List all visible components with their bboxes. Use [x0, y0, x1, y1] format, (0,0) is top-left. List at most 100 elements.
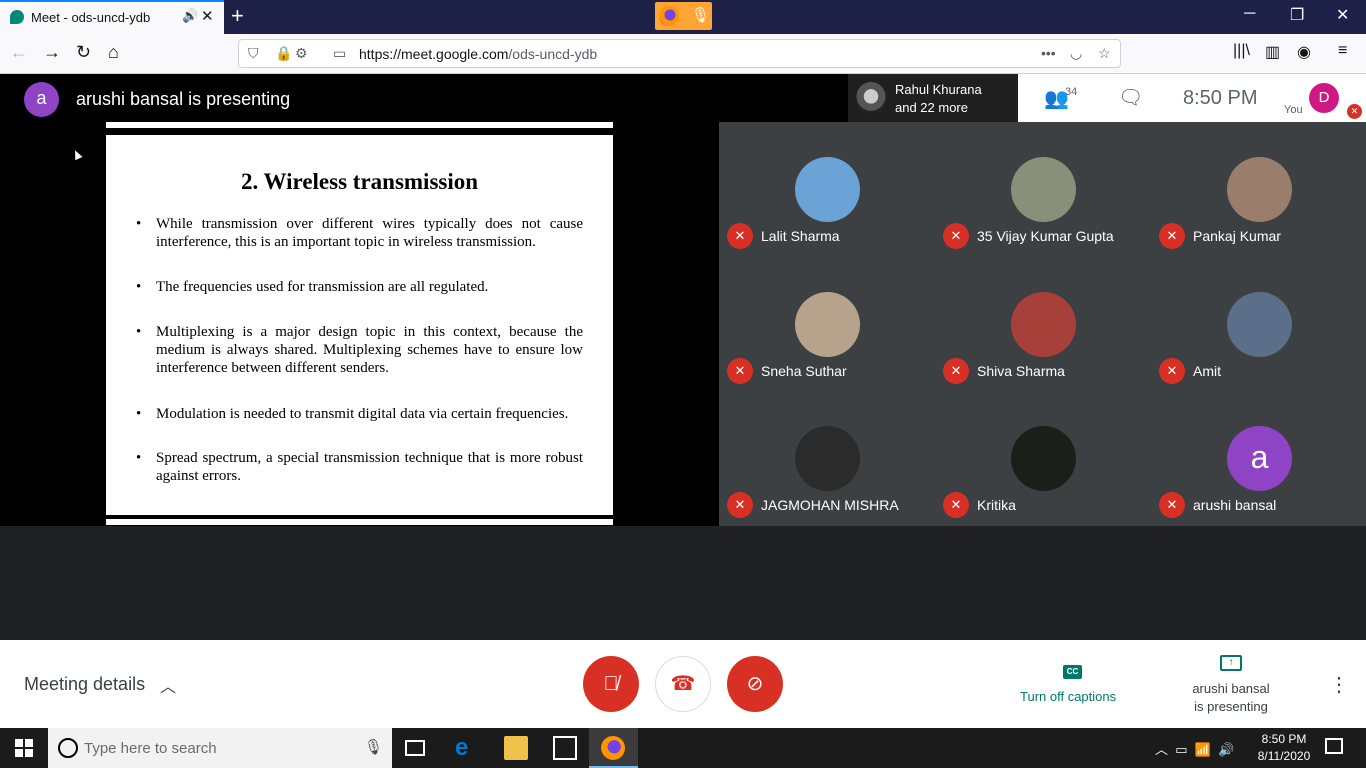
- url-host: https://meet.google.com: [359, 46, 509, 62]
- task-view-icon[interactable]: [405, 740, 425, 756]
- account-icon[interactable]: ◉: [1297, 42, 1311, 62]
- present-screen-icon[interactable]: ↑: [1220, 655, 1242, 671]
- camera-toggle-button[interactable]: ⊘: [727, 656, 783, 712]
- bookmark-star-icon[interactable]: ☆: [1098, 45, 1111, 62]
- home-icon[interactable]: ⌂: [108, 42, 119, 63]
- lock-icon[interactable]: 🔒: [275, 45, 292, 62]
- browser-tab-bar: Meet - ods-uncd-ydb 🔊 ✕ + 🎙 ─ ❐ ✕: [0, 0, 1366, 34]
- captions-button[interactable]: Turn off captions: [1020, 689, 1116, 704]
- participant-avatar: a: [1227, 426, 1292, 491]
- file-explorer-icon[interactable]: [504, 736, 528, 760]
- leave-call-button[interactable]: ☎: [655, 656, 711, 712]
- participant-avatar: [1227, 157, 1292, 222]
- participant-tile[interactable]: ✕ JAGMOHAN MISHRA: [719, 391, 935, 525]
- sidebar-icon[interactable]: ▥: [1265, 42, 1280, 62]
- url-bar[interactable]: ⛉ 🔒 ⚙ ▭ https://meet.google.com/ods-uncd…: [238, 39, 1121, 68]
- mic-off-icon: ✕: [727, 492, 753, 518]
- mic-off-icon: ✕: [943, 223, 969, 249]
- you-label: You: [1284, 104, 1303, 116]
- permissions-icon[interactable]: ⚙: [295, 45, 308, 62]
- participant-tile[interactable]: ✕ Kritika: [935, 391, 1151, 525]
- notifications-icon[interactable]: [1325, 738, 1343, 754]
- participant-grid: ✕ Lalit Sharma ✕ 35 Vijay Kumar Gupta ✕ …: [719, 122, 1366, 526]
- participant-tile[interactable]: ✕ Shiva Sharma: [935, 257, 1151, 391]
- participant-name: JAGMOHAN MISHRA: [761, 497, 899, 513]
- mouse-cursor-icon: [71, 148, 83, 161]
- participant-name: 35 Vijay Kumar Gupta: [977, 228, 1114, 244]
- sharing-indicator[interactable]: 🎙: [655, 2, 712, 30]
- participant-tile[interactable]: ✕ Sneha Suthar: [719, 257, 935, 391]
- meet-header: a arushi bansal is presenting Rahul Khur…: [0, 74, 1366, 122]
- meeting-details-button[interactable]: Meeting details: [24, 674, 145, 695]
- speaker-icon[interactable]: 🔊: [182, 8, 198, 24]
- taskbar-search-box[interactable]: Type here to search 🎙: [48, 728, 392, 768]
- other-participants-chip[interactable]: Rahul Khurana and 22 more: [848, 74, 1018, 122]
- slide-title: 2. Wireless transmission: [240, 169, 479, 194]
- participant-avatar: [1011, 292, 1076, 357]
- cortana-icon: [58, 738, 78, 758]
- mic-off-icon: ✕: [943, 492, 969, 518]
- participant-count: 34: [1065, 86, 1078, 98]
- windows-start-icon[interactable]: [15, 739, 33, 757]
- browser-tab[interactable]: Meet - ods-uncd-ydb 🔊 ✕: [0, 0, 224, 34]
- forward-arrow-icon[interactable]: →: [43, 42, 61, 63]
- more-options-icon[interactable]: ⋮: [1329, 672, 1349, 697]
- participant-name: Shiva Sharma: [977, 363, 1065, 379]
- microphone-icon: 🎙: [691, 7, 711, 24]
- restore-button[interactable]: ❐: [1290, 5, 1304, 25]
- slide-edge-top: [106, 122, 613, 128]
- chevron-up-icon[interactable]: ︿: [160, 673, 176, 697]
- participant-avatar: [795, 426, 860, 491]
- page-actions-icon[interactable]: •••: [1041, 45, 1056, 61]
- tab-title: Meet - ods-uncd-ydb: [31, 10, 151, 25]
- meet-favicon-icon: [10, 10, 24, 24]
- url-text[interactable]: https://meet.google.com/ods-uncd-ydb: [359, 46, 597, 62]
- present-button[interactable]: arushi bansal is presenting: [1180, 680, 1282, 716]
- participant-tile[interactable]: ✕ 35 Vijay Kumar Gupta: [935, 122, 1151, 256]
- chat-icon[interactable]: 🗨: [1118, 85, 1143, 110]
- mic-off-icon: ✕: [1159, 223, 1185, 249]
- participant-name: arushi bansal: [1193, 497, 1277, 513]
- store-icon[interactable]: [553, 736, 577, 760]
- microphone-toggle-button[interactable]: 🎙̸: [583, 656, 639, 712]
- participant-tile[interactable]: a ✕ arushi bansal: [1151, 391, 1366, 525]
- edge-icon[interactable]: e: [455, 734, 479, 761]
- mic-off-icon: ✕: [727, 358, 753, 384]
- participant-avatar: [795, 157, 860, 222]
- menu-icon[interactable]: ≡: [1338, 42, 1347, 60]
- back-arrow-icon[interactable]: ←: [10, 42, 28, 63]
- self-avatar[interactable]: D: [1309, 83, 1339, 113]
- minimize-button[interactable]: ─: [1244, 5, 1255, 23]
- participant-tile[interactable]: ✕ Pankaj Kumar: [1151, 122, 1366, 256]
- firefox-icon: [659, 6, 679, 26]
- present-label-line2: is presenting: [1194, 699, 1268, 714]
- participant-name: Sneha Suthar: [761, 363, 847, 379]
- slide-bullet: • The frequencies used for transmission a…: [136, 279, 489, 295]
- meeting-clock: 8:50 PM: [1183, 87, 1258, 109]
- screen-share-icon[interactable]: ▭: [333, 45, 346, 62]
- mic-off-icon: 🎙̸: [603, 673, 619, 695]
- taskbar-date: 8/11/2020: [1257, 749, 1311, 763]
- slide-bullet: • Modulation is needed to transmit digita…: [136, 406, 569, 422]
- taskbar-firefox-button[interactable]: [589, 728, 638, 768]
- shield-icon[interactable]: ⛉: [248, 45, 259, 62]
- participant-tile[interactable]: ✕ Lalit Sharma: [719, 122, 935, 256]
- present-label-line1: arushi bansal: [1192, 681, 1270, 696]
- library-icon[interactable]: |||\: [1233, 42, 1250, 60]
- window-close-button[interactable]: ✕: [1336, 5, 1349, 25]
- new-tab-button[interactable]: +: [231, 3, 244, 29]
- reload-icon[interactable]: ↻: [76, 42, 91, 63]
- system-tray-icons[interactable]: ︿ ▭ 📶 🔊: [1155, 739, 1234, 758]
- close-tab-icon[interactable]: ✕: [201, 7, 214, 25]
- hang-up-icon: ☎: [670, 673, 696, 695]
- captions-icon[interactable]: CC: [1063, 665, 1082, 679]
- slide-bullet: • Spread spectrum, a special transmission…: [136, 450, 583, 484]
- participant-thumbnail: [855, 82, 887, 114]
- participant-avatar: [1011, 426, 1076, 491]
- pocket-icon[interactable]: ◡: [1070, 45, 1082, 62]
- taskbar-clock[interactable]: 8:50 PM 8/11/2020: [1256, 731, 1312, 765]
- microphone-icon[interactable]: 🎙: [364, 738, 383, 756]
- call-controls-bar: Meeting details ︿ 🎙̸ ☎ ⊘ CC Turn off cap…: [0, 640, 1366, 728]
- participant-tile[interactable]: ✕ Amit: [1151, 257, 1366, 391]
- firefox-icon: [601, 736, 625, 760]
